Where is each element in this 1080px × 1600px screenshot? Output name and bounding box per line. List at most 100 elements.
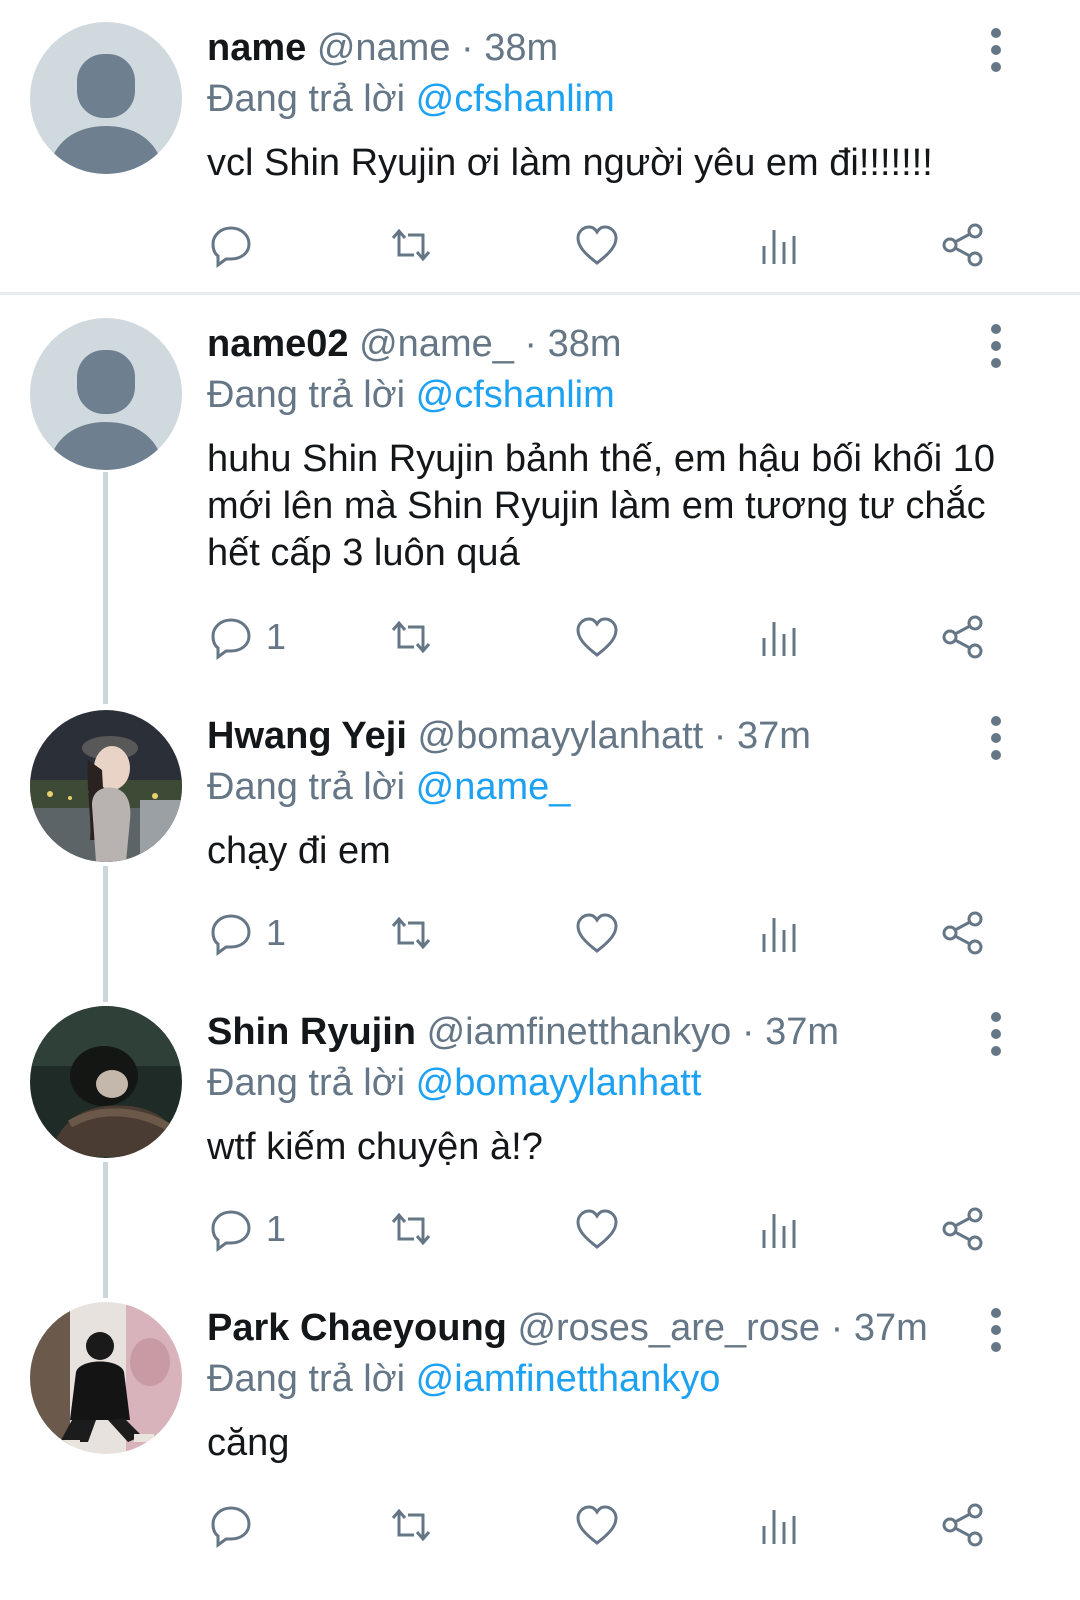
mention-link[interactable]: @cfshanlim	[416, 78, 615, 120]
tweet[interactable]: name @name · 38m Đang trả lời @cfshanlim…	[0, 0, 1080, 292]
handle[interactable]: @name_	[359, 323, 514, 365]
tweet[interactable]: Hwang Yeji @bomayylanhatt · 37m Đang trả…	[0, 690, 1080, 990]
reply-count: 1	[266, 1208, 287, 1249]
mention-link[interactable]: @bomayylanhatt	[416, 1062, 702, 1104]
retweet-button[interactable]	[388, 908, 434, 958]
handle[interactable]: @bomayylanhatt	[418, 715, 704, 757]
replying-to-label: Đang trả lời	[207, 766, 416, 808]
handle[interactable]: @roses_are_rose	[517, 1307, 820, 1349]
avatar[interactable]	[30, 318, 182, 470]
analytics-icon	[762, 230, 796, 264]
like-button[interactable]	[574, 220, 620, 270]
more-icon[interactable]	[984, 1308, 1010, 1352]
tweet-header: Hwang Yeji @bomayylanhatt · 37m	[207, 712, 811, 760]
timestamp: · 37m	[703, 715, 811, 757]
more-icon[interactable]	[984, 324, 1010, 368]
retweet-icon	[391, 620, 431, 654]
like-button[interactable]	[574, 1204, 620, 1254]
tweet-text: chạy đi em	[207, 830, 391, 872]
reply-button[interactable]	[208, 220, 266, 270]
tweet-text: vcl Shin Ryujin ơi làm người yêu em đi!!…	[207, 142, 933, 184]
tweet-header: Shin Ryujin @iamfinetthankyo · 37m	[207, 1008, 839, 1056]
retweet-button[interactable]	[388, 1500, 434, 1550]
analytics-icon	[762, 1214, 796, 1248]
display-name[interactable]: Hwang Yeji	[207, 715, 407, 757]
mention-link[interactable]: @iamfinetthankyo	[416, 1358, 721, 1400]
replying-to: Đang trả lời @cfshanlim	[207, 371, 615, 419]
more-icon[interactable]	[984, 716, 1010, 760]
replying-to-label: Đang trả lời	[207, 78, 416, 120]
default-avatar-icon	[48, 350, 164, 470]
tweet-header: Park Chaeyoung @roses_are_rose · 37m	[207, 1304, 928, 1352]
share-button[interactable]	[940, 220, 986, 270]
mention-link[interactable]: @cfshanlim	[416, 374, 615, 416]
avatar[interactable]	[30, 1006, 182, 1158]
mention-link[interactable]: @name_	[416, 766, 571, 808]
tweet-actions	[0, 220, 1080, 270]
heart-icon	[576, 617, 618, 657]
tweet-actions: 1	[0, 612, 1080, 662]
handle[interactable]: @name	[317, 27, 451, 69]
reply-button[interactable]: 1	[208, 908, 286, 958]
handle[interactable]: @iamfinetthankyo	[427, 1011, 732, 1053]
reply-button[interactable]: 1	[208, 1204, 286, 1254]
analytics-button[interactable]	[757, 612, 803, 662]
tweet-header: name02 @name_ · 38m	[207, 320, 622, 368]
share-button[interactable]	[940, 1204, 986, 1254]
reply-icon	[211, 1210, 251, 1252]
more-icon[interactable]	[984, 1012, 1010, 1056]
tweet-divider	[0, 292, 1080, 295]
tweet[interactable]: Shin Ryujin @iamfinetthankyo · 37m Đang …	[0, 986, 1080, 1286]
analytics-icon	[762, 1510, 796, 1544]
reply-button[interactable]	[208, 1500, 266, 1550]
tweet-text: wtf kiếm chuyện à!?	[207, 1126, 543, 1168]
tweet-actions: 1	[0, 1204, 1080, 1254]
display-name[interactable]: name	[207, 27, 306, 69]
retweet-button[interactable]	[388, 220, 434, 270]
default-avatar-icon	[48, 54, 164, 174]
share-icon	[942, 223, 983, 267]
replying-to: Đang trả lời @name_	[207, 763, 570, 811]
replying-to: Đang trả lời @cfshanlim	[207, 75, 615, 123]
share-button[interactable]	[940, 612, 986, 662]
like-button[interactable]	[574, 612, 620, 662]
analytics-button[interactable]	[757, 908, 803, 958]
like-button[interactable]	[574, 908, 620, 958]
share-icon	[942, 1207, 983, 1251]
analytics-button[interactable]	[757, 220, 803, 270]
like-button[interactable]	[574, 1500, 620, 1550]
share-button[interactable]	[940, 908, 986, 958]
retweet-icon	[391, 228, 431, 262]
tweet[interactable]: Park Chaeyoung @roses_are_rose · 37m Đan…	[0, 1282, 1080, 1600]
tweet-actions: 1	[0, 908, 1080, 958]
replying-to-label: Đang trả lời	[207, 374, 416, 416]
share-button[interactable]	[940, 1500, 986, 1550]
retweet-icon	[391, 1508, 431, 1542]
more-icon[interactable]	[984, 28, 1010, 72]
analytics-icon	[762, 918, 796, 952]
profile-photo	[30, 1302, 182, 1454]
avatar[interactable]	[30, 22, 182, 174]
share-icon	[942, 1503, 983, 1547]
tweet-header: name @name · 38m	[207, 24, 558, 72]
avatar[interactable]	[30, 1302, 182, 1454]
reply-count: 1	[266, 912, 287, 953]
analytics-button[interactable]	[757, 1500, 803, 1550]
avatar[interactable]	[30, 710, 182, 862]
display-name[interactable]: Park Chaeyoung	[207, 1307, 507, 1349]
timestamp: · 37m	[820, 1307, 928, 1349]
reply-icon	[211, 914, 251, 956]
retweet-button[interactable]	[388, 1204, 434, 1254]
retweet-button[interactable]	[388, 612, 434, 662]
display-name[interactable]: Shin Ryujin	[207, 1011, 416, 1053]
display-name[interactable]: name02	[207, 323, 349, 365]
retweet-icon	[391, 916, 431, 950]
replying-to: Đang trả lời @bomayylanhatt	[207, 1059, 701, 1107]
profile-photo	[30, 710, 182, 862]
analytics-icon	[762, 622, 796, 656]
tweet[interactable]: name02 @name_ · 38m Đang trả lời @cfshan…	[0, 296, 1080, 686]
tweet-text: huhu Shin Ryujin bảnh thế, em hậu bối kh…	[207, 438, 995, 574]
analytics-button[interactable]	[757, 1204, 803, 1254]
heart-icon	[576, 1209, 618, 1249]
reply-button[interactable]: 1	[208, 612, 286, 662]
